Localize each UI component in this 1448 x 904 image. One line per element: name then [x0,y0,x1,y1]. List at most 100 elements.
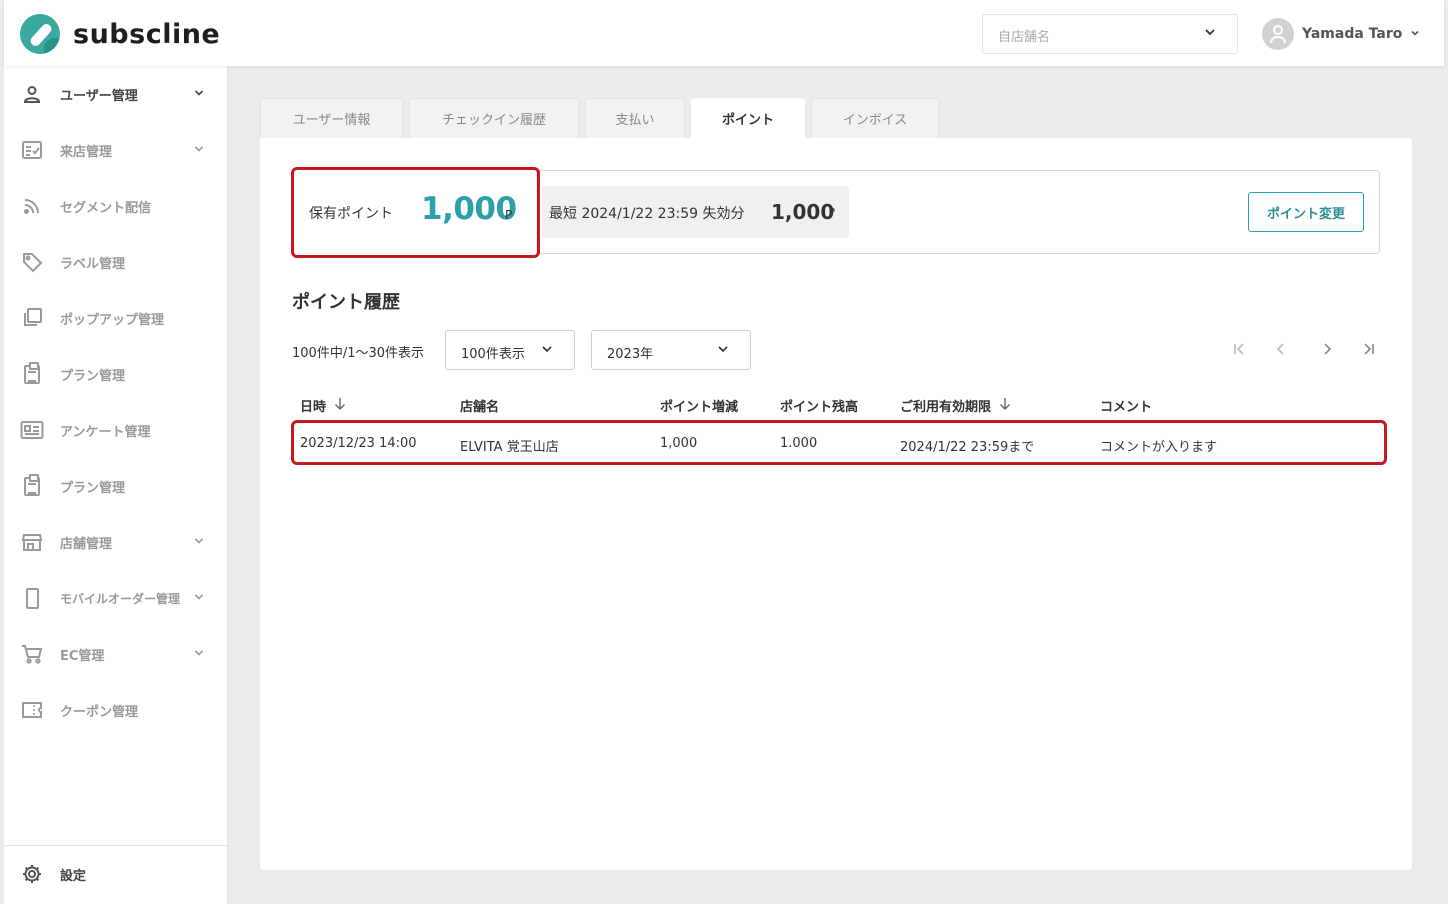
table-header: 日時 店舗名 ポイント増減 ポイント残高 ご利用有効期限 コメント [292,390,1380,420]
chevron-down-icon [1203,25,1217,43]
sidebar-item-label: ラベル管理 [60,256,126,272]
column-header-point-balance: ポイント残高 [780,400,859,415]
avatar [1262,18,1294,50]
tab-invoice[interactable]: インボイス [811,98,939,138]
cart-icon [20,642,44,666]
chevron-down-icon [193,647,205,662]
person-icon [20,82,44,106]
popup-icon [20,306,44,330]
per-page-value: 100件表示 [461,347,525,362]
coupon-icon [20,698,44,722]
chevron-down-icon [193,87,205,102]
cell-expiry: 2024/1/22 23:59まで [900,440,1035,455]
top-header: subscline 自店舗名 Yamada Taro [4,0,1444,66]
expiring-points-box: 最短 2024/1/22 23:59 失効分 1,000 P [542,186,849,238]
store-select[interactable]: 自店舗名 [982,14,1238,54]
change-points-button[interactable]: ポイント変更 [1248,192,1364,232]
sidebar-item-label: アンケート管理 [60,424,151,440]
column-header-datetime[interactable]: 日時 [300,396,346,415]
sidebar-item-label: 来店管理 [60,144,113,160]
next-page-button[interactable] [1315,340,1339,362]
sidebar-item-settings[interactable]: 設定 [4,846,228,902]
held-points-unit: P [505,208,513,222]
checklist-icon [20,138,44,162]
cell-point-change: 1,000 [660,436,698,451]
sidebar: ユーザー管理 来店管理 セグメント配信 ラベル管理 ポップアップ管理 プラン管理 [4,66,228,904]
chevron-down-icon [716,342,730,359]
expiring-points-unit: P [829,207,836,218]
sidebar-item-segment-delivery[interactable]: セグメント配信 [4,178,228,234]
clipboard-icon [20,361,44,386]
sidebar-item-plan-management-2[interactable]: プラン管理 [4,458,228,514]
brand-name: subscline [73,18,221,50]
clipboard-icon [20,473,44,498]
store-icon [20,530,44,554]
sidebar-item-plan-management[interactable]: プラン管理 [4,346,228,402]
cell-store: ELVITA 覚王山店 [460,440,559,455]
sidebar-item-label-management[interactable]: ラベル管理 [4,234,228,290]
points-panel: 保有ポイント 1,000 P 最短 2024/1/22 23:59 失効分 1,… [260,138,1412,870]
tab-checkin-history[interactable]: チェックイン履歴 [409,98,579,138]
cell-point-balance: 1.000 [780,436,818,451]
last-page-icon [1360,341,1376,361]
sidebar-item-visit-management[interactable]: 来店管理 [4,122,228,178]
survey-card-icon [20,418,44,442]
sidebar-item-label: 設定 [60,868,87,884]
points-summary: 保有ポイント 1,000 P 最短 2024/1/22 23:59 失効分 1,… [291,167,1380,258]
prev-page-button[interactable] [1269,340,1293,362]
column-header-comment: コメント [1100,400,1153,415]
cell-comment: コメントが入ります [1100,440,1218,455]
tab-payments[interactable]: 支払い [585,98,685,138]
sidebar-item-mobile-order-management[interactable]: モバイルオーダー管理 [4,570,228,626]
first-page-button[interactable] [1228,340,1252,362]
user-menu[interactable]: Yamada Taro [1262,18,1420,50]
column-header-label: ご利用有効期限 [900,400,992,415]
tab-points[interactable]: ポイント [691,98,805,138]
gear-icon [20,862,44,886]
column-header-point-change: ポイント増減 [660,400,739,415]
tab-user-info[interactable]: ユーザー情報 [260,98,403,138]
sidebar-item-label: モバイルオーダー管理 [60,591,181,606]
held-points-label: 保有ポイント [309,206,393,222]
last-page-button[interactable] [1356,340,1380,362]
mobile-icon [20,586,44,610]
expiring-points-label: 最短 2024/1/22 23:59 失効分 [549,206,745,222]
expiring-points-value: 1,000 [771,200,835,224]
sort-arrow-icon [334,397,346,415]
chevron-down-icon [193,591,205,606]
sidebar-item-label: クーポン管理 [60,704,139,720]
held-points-value: 1,000 [421,191,517,227]
sidebar-item-label: EC管理 [60,648,105,664]
chevron-right-icon [1319,341,1335,361]
chevron-down-icon [540,342,554,359]
table-row[interactable]: 2023/12/23 14:00 ELVITA 覚王山店 1,000 1.000… [291,420,1387,465]
sidebar-item-ec-management[interactable]: EC管理 [4,626,228,682]
chevron-down-icon [1410,28,1420,41]
user-name: Yamada Taro [1302,26,1403,42]
section-title: ポイント履歴 [292,292,400,313]
per-page-select[interactable]: 100件表示 [445,330,575,370]
chevron-down-icon [193,535,205,550]
sidebar-item-label: プラン管理 [60,368,126,384]
sidebar-item-survey-management[interactable]: アンケート管理 [4,402,228,458]
rss-icon [20,194,44,218]
sidebar-item-label: 店舗管理 [60,536,113,552]
sidebar-item-label: ユーザー管理 [60,88,138,104]
cell-datetime: 2023/12/23 14:00 [300,436,417,451]
held-points-box: 保有ポイント 1,000 P [291,167,540,258]
sort-arrow-icon [999,397,1011,415]
sidebar-item-label: ポップアップ管理 [60,312,165,328]
year-value: 2023年 [607,347,654,362]
column-header-store: 店舗名 [460,400,500,415]
chevron-left-icon [1273,341,1289,361]
year-select[interactable]: 2023年 [591,330,751,370]
sidebar-item-store-management[interactable]: 店舗管理 [4,514,228,570]
column-header-label: 日時 [300,400,327,415]
sidebar-item-popup-management[interactable]: ポップアップ管理 [4,290,228,346]
sidebar-item-label: プラン管理 [60,480,126,496]
brand-logo[interactable]: subscline [20,14,220,54]
column-header-expiry[interactable]: ご利用有効期限 [900,396,1011,415]
sidebar-item-user-management[interactable]: ユーザー管理 [4,66,228,122]
sidebar-item-coupon-management[interactable]: クーポン管理 [4,682,228,738]
chevron-down-icon [193,143,205,158]
